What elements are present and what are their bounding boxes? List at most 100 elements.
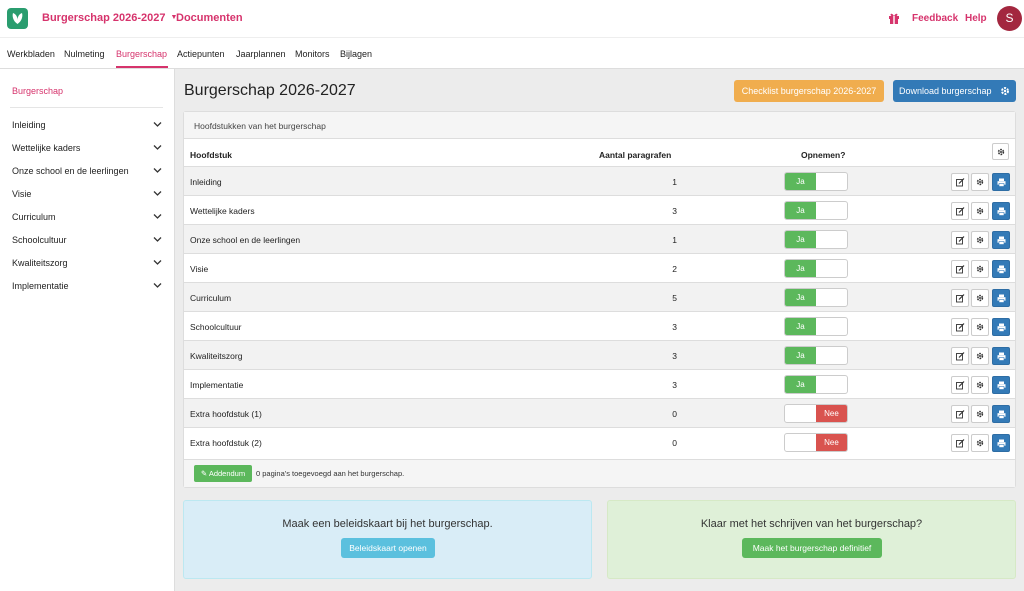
toggle-on-label: Ja bbox=[785, 173, 816, 190]
chapter-name[interactable]: Inleiding bbox=[190, 177, 222, 187]
print-button[interactable] bbox=[992, 405, 1010, 423]
chapter-name[interactable]: Curriculum bbox=[190, 293, 231, 303]
row-settings-button[interactable] bbox=[971, 434, 989, 452]
print-button[interactable] bbox=[992, 376, 1010, 394]
sidebar-item-inleiding[interactable]: Inleiding bbox=[12, 120, 162, 134]
row-settings-button[interactable] bbox=[971, 347, 989, 365]
toggle-on-label: Ja bbox=[785, 231, 816, 248]
edit-button[interactable] bbox=[951, 434, 969, 452]
open-policy-map-button[interactable]: Beleidskaart openen bbox=[341, 538, 435, 558]
row-settings-button[interactable] bbox=[971, 318, 989, 336]
edit-button[interactable] bbox=[951, 260, 969, 278]
row-settings-button[interactable] bbox=[971, 289, 989, 307]
edit-button[interactable] bbox=[951, 202, 969, 220]
sidebar-item-schoolcultuur[interactable]: Schoolcultuur bbox=[12, 235, 162, 249]
download-button[interactable]: Download burgerschap bbox=[893, 80, 1016, 102]
chapter-name[interactable]: Extra hoofdstuk (1) bbox=[190, 409, 262, 419]
print-button[interactable] bbox=[992, 434, 1010, 452]
print-button[interactable] bbox=[992, 318, 1010, 336]
print-icon bbox=[997, 294, 1006, 303]
tab-actiepunten[interactable]: Actiepunten bbox=[177, 49, 225, 59]
chapter-name[interactable]: Visie bbox=[190, 264, 208, 274]
include-toggle[interactable]: Ja bbox=[784, 201, 848, 220]
row-settings-button[interactable] bbox=[971, 260, 989, 278]
tab-nulmeting[interactable]: Nulmeting bbox=[64, 49, 105, 59]
row-settings-button[interactable] bbox=[971, 202, 989, 220]
gift-icon[interactable] bbox=[888, 12, 900, 24]
nav-tabs: Werkbladen Nulmeting Burgerschap Actiepu… bbox=[0, 38, 1024, 69]
print-button[interactable] bbox=[992, 289, 1010, 307]
table-row: Schoolcultuur 3 Ja bbox=[184, 311, 1015, 340]
chapter-name[interactable]: Onze school en de leerlingen bbox=[190, 235, 300, 245]
toggle-off-label: Nee bbox=[816, 434, 847, 451]
print-button[interactable] bbox=[992, 173, 1010, 191]
include-toggle[interactable]: Nee bbox=[784, 404, 848, 423]
print-button[interactable] bbox=[992, 260, 1010, 278]
print-button[interactable] bbox=[992, 347, 1010, 365]
include-toggle[interactable]: Ja bbox=[784, 230, 848, 249]
row-settings-button[interactable] bbox=[971, 173, 989, 191]
tab-monitors[interactable]: Monitors bbox=[295, 49, 330, 59]
chapter-name[interactable]: Extra hoofdstuk (2) bbox=[190, 438, 262, 448]
edit-button[interactable] bbox=[951, 173, 969, 191]
documents-link[interactable]: Documenten bbox=[176, 12, 243, 24]
edit-button[interactable] bbox=[951, 289, 969, 307]
include-toggle[interactable]: Ja bbox=[784, 375, 848, 394]
sidebar-item-kwaliteitszorg[interactable]: Kwaliteitszorg bbox=[12, 258, 162, 272]
help-link[interactable]: Help bbox=[965, 13, 987, 24]
include-toggle[interactable]: Nee bbox=[784, 433, 848, 452]
app-logo-icon[interactable] bbox=[7, 8, 28, 29]
include-toggle[interactable]: Ja bbox=[784, 317, 848, 336]
panel-footer: ✎ Addendum 0 pagina's toegevoegd aan het… bbox=[184, 459, 1015, 487]
sidebar-item-onze-school[interactable]: Onze school en de leerlingen bbox=[12, 166, 162, 180]
checklist-button[interactable]: Checklist burgerschap 2026-2027 bbox=[734, 80, 884, 102]
project-selector[interactable]: Burgerschap 2026-2027 ▼ bbox=[42, 12, 177, 24]
table-settings-button[interactable] bbox=[992, 143, 1009, 160]
edit-button[interactable] bbox=[951, 318, 969, 336]
edit-button[interactable] bbox=[951, 405, 969, 423]
column-header-chapter: Hoofdstuk bbox=[190, 150, 233, 160]
sidebar-item-visie[interactable]: Visie bbox=[12, 189, 162, 203]
chevron-down-icon bbox=[153, 145, 162, 150]
chapter-name[interactable]: Kwaliteitszorg bbox=[190, 351, 242, 361]
include-toggle[interactable]: Ja bbox=[784, 288, 848, 307]
print-icon bbox=[997, 178, 1006, 187]
sidebar-item-implementatie[interactable]: Implementatie bbox=[12, 281, 162, 295]
gear-icon bbox=[976, 265, 984, 273]
include-toggle[interactable]: Ja bbox=[784, 172, 848, 191]
addendum-button[interactable]: ✎ Addendum bbox=[194, 465, 252, 482]
sidebar-item-label: Kwaliteitszorg bbox=[12, 258, 68, 268]
edit-button[interactable] bbox=[951, 231, 969, 249]
edit-button[interactable] bbox=[951, 376, 969, 394]
finalize-button[interactable]: Maak het burgerschap definitief bbox=[742, 538, 882, 558]
paragraph-count: 2 bbox=[672, 264, 677, 274]
finish-card-title: Klaar met het schrijven van het burgersc… bbox=[700, 518, 923, 530]
tab-bijlagen[interactable]: Bijlagen bbox=[340, 49, 372, 59]
print-button[interactable] bbox=[992, 202, 1010, 220]
sidebar-item-wettelijke-kaders[interactable]: Wettelijke kaders bbox=[12, 143, 162, 157]
chapter-name[interactable]: Schoolcultuur bbox=[190, 322, 242, 332]
edit-icon bbox=[956, 207, 965, 216]
include-toggle[interactable]: Ja bbox=[784, 346, 848, 365]
print-icon bbox=[997, 323, 1006, 332]
tab-jaarplannen[interactable]: Jaarplannen bbox=[236, 49, 286, 59]
row-settings-button[interactable] bbox=[971, 231, 989, 249]
sidebar-item-curriculum[interactable]: Curriculum bbox=[12, 212, 162, 226]
download-button-label: Download burgerschap bbox=[899, 86, 992, 96]
paragraph-count: 3 bbox=[672, 206, 677, 216]
user-avatar[interactable]: S bbox=[997, 6, 1022, 31]
print-button[interactable] bbox=[992, 231, 1010, 249]
sidebar-title[interactable]: Burgerschap bbox=[12, 86, 63, 96]
chapter-name[interactable]: Implementatie bbox=[190, 380, 243, 390]
tab-werkbladen[interactable]: Werkbladen bbox=[7, 49, 55, 59]
chapter-name[interactable]: Wettelijke kaders bbox=[190, 206, 255, 216]
chevron-down-icon bbox=[153, 214, 162, 219]
tab-burgerschap[interactable]: Burgerschap bbox=[116, 49, 167, 59]
edit-button[interactable] bbox=[951, 347, 969, 365]
chevron-down-icon bbox=[153, 283, 162, 288]
include-toggle[interactable]: Ja bbox=[784, 259, 848, 278]
row-settings-button[interactable] bbox=[971, 405, 989, 423]
feedback-link[interactable]: Feedback bbox=[912, 13, 958, 24]
toggle-on-label: Ja bbox=[785, 318, 816, 335]
row-settings-button[interactable] bbox=[971, 376, 989, 394]
